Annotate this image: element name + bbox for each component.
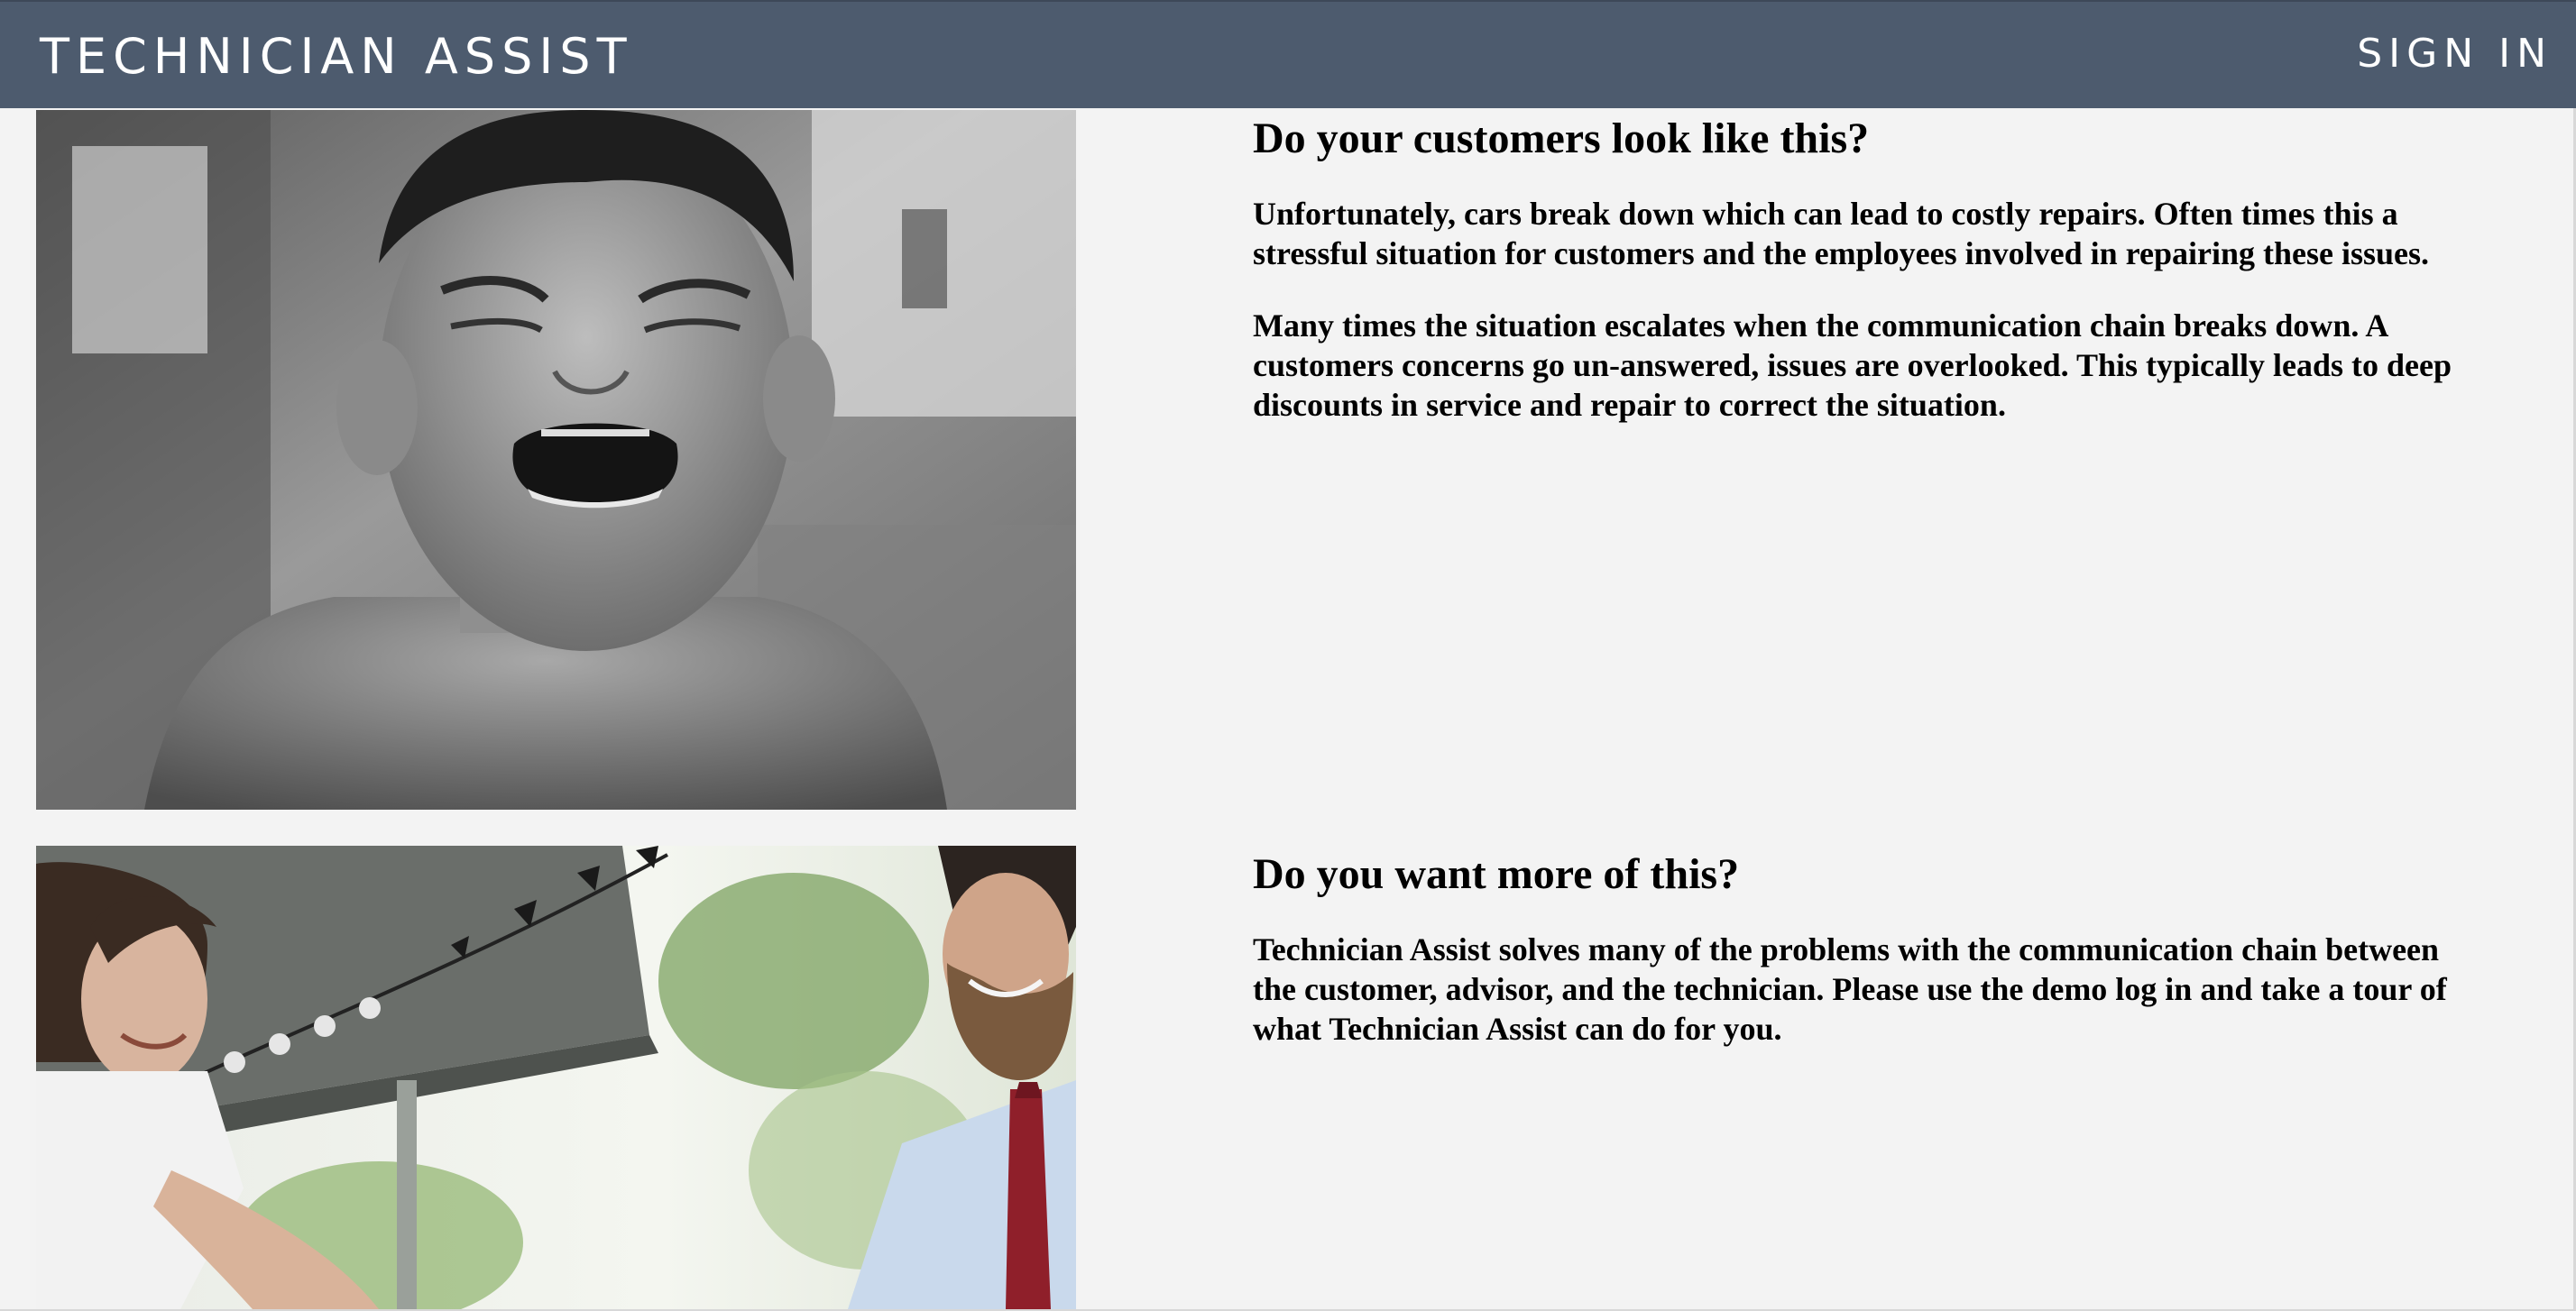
customer-problem-section: Do your customers look like this? Unfort… <box>0 110 2576 810</box>
solution-copy: Do you want more of this? Technician Ass… <box>1253 846 2452 1049</box>
sign-in-link[interactable]: SIGN IN <box>2357 34 2553 74</box>
customer-problem-copy: Do your customers look like this? Unfort… <box>1253 110 2452 425</box>
happy-handshake-photo <box>36 846 1076 1309</box>
problem-paragraph-1: Unfortunately, cars break down which can… <box>1253 196 2430 272</box>
problem-heading: Do your customers look like this? <box>1253 115 1870 162</box>
crying-child-photo <box>36 110 1076 810</box>
solution-heading: Do you want more of this? <box>1253 850 1740 898</box>
problem-paragraph-2: Many times the situation escalates when … <box>1253 307 2452 424</box>
brand-logo[interactable]: TECHNICIAN ASSIST <box>40 32 633 81</box>
top-navbar: TECHNICIAN ASSIST SIGN IN <box>0 0 2576 108</box>
solution-paragraph: Technician Assist solves many of the pro… <box>1253 931 2447 1048</box>
solution-section: Do you want more of this? Technician Ass… <box>0 846 2576 1311</box>
